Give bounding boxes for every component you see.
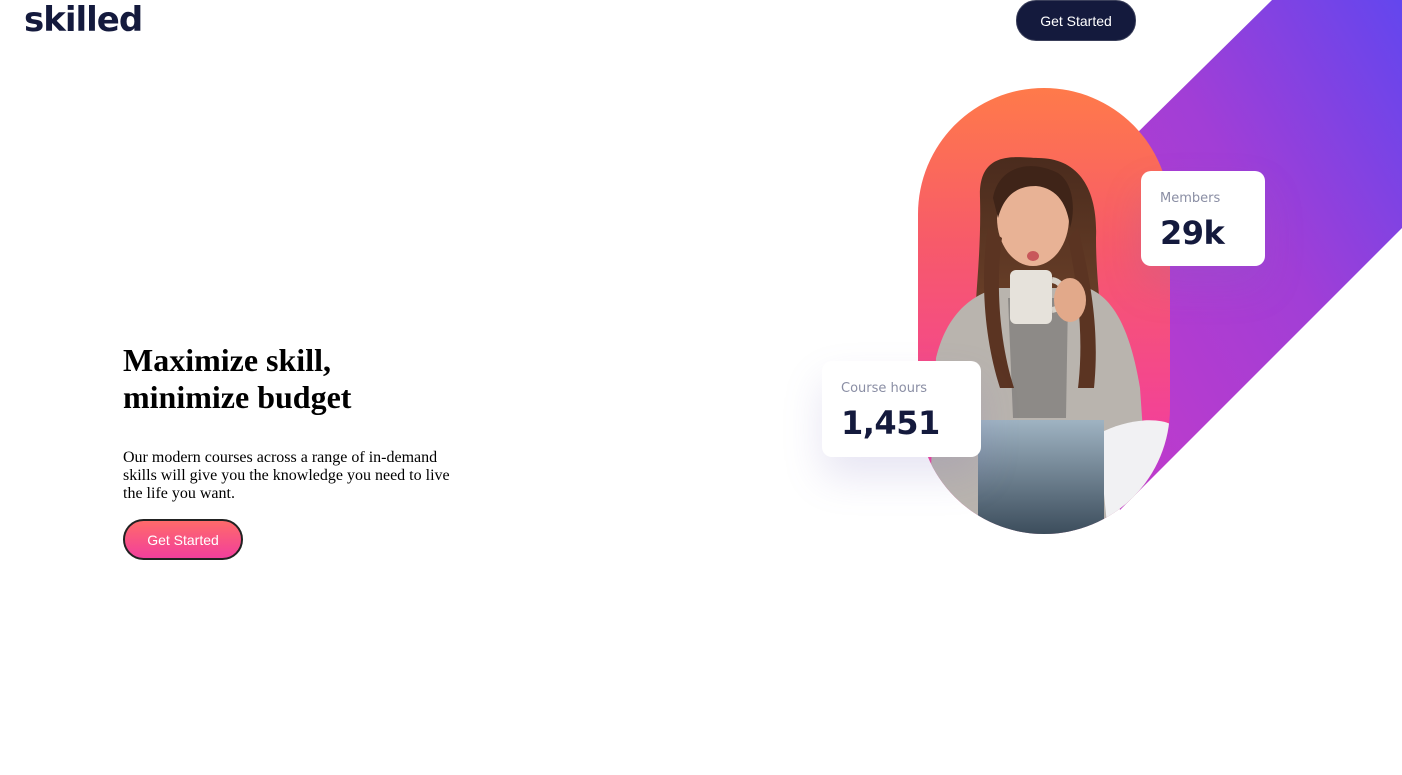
members-label: Members <box>1160 191 1221 206</box>
course-hours-value: 1,451 <box>841 404 940 442</box>
hero-description: Our modern courses across a range of in-… <box>123 449 450 502</box>
header-get-started-button[interactable]: Get Started <box>1016 0 1136 41</box>
members-value: 29k <box>1160 214 1225 252</box>
woman-with-coffee-illustration <box>928 157 1170 534</box>
course-hours-stat-card: Course hours 1,451 <box>822 361 981 457</box>
hero-title-line1: Maximize skill, <box>123 342 331 378</box>
hero-title: Maximize skill, minimize budget <box>123 342 483 416</box>
members-stat-card: Members 29k <box>1141 171 1265 266</box>
hero-get-started-button[interactable]: Get Started <box>123 519 243 560</box>
hero-photo <box>918 88 1170 534</box>
logo[interactable]: skilled <box>24 0 143 42</box>
hero-title-line2: minimize budget <box>123 379 352 415</box>
course-hours-label: Course hours <box>841 381 928 396</box>
